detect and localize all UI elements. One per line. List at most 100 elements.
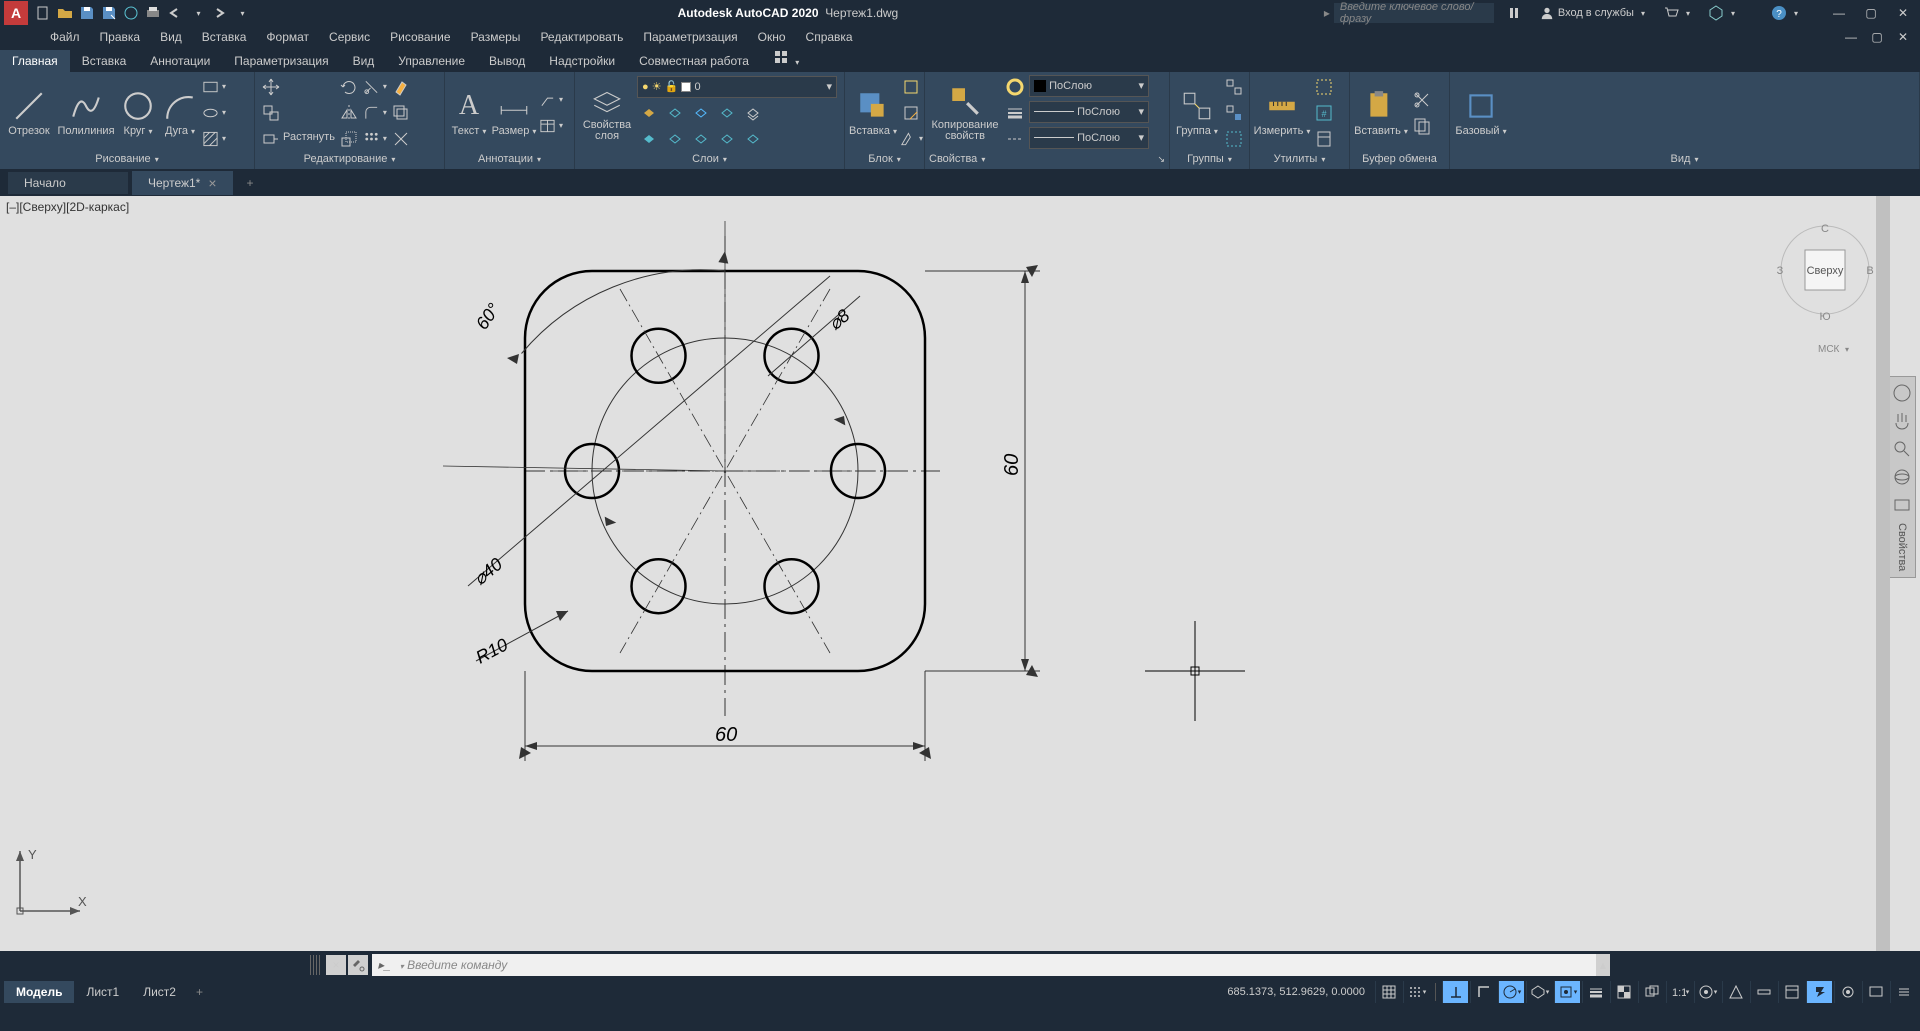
viewport-label[interactable]: [–][Сверху][2D-каркас] bbox=[6, 200, 129, 214]
qat-undo-icon[interactable] bbox=[164, 2, 186, 24]
close-button[interactable]: ✕ bbox=[1890, 3, 1916, 23]
base-view-button[interactable]: Базовый bbox=[1454, 85, 1508, 141]
line-button[interactable]: Отрезок bbox=[4, 85, 54, 141]
match-properties-button[interactable]: Копирование свойств bbox=[929, 80, 1001, 146]
cmd-drag-handle[interactable] bbox=[310, 955, 322, 975]
model-tab[interactable]: Модель bbox=[4, 981, 74, 1003]
isolate-objects-button[interactable] bbox=[1834, 981, 1860, 1003]
add-layout-button[interactable]: + bbox=[188, 981, 211, 1003]
ribbon-tab-output[interactable]: Вывод bbox=[477, 50, 537, 72]
ribbon-tab-insert[interactable]: Вставка bbox=[70, 50, 139, 72]
layer-freeze-button[interactable] bbox=[689, 100, 713, 124]
layer-prev-button[interactable] bbox=[663, 126, 687, 150]
layer-states-button[interactable] bbox=[741, 126, 765, 150]
layer-make-button[interactable] bbox=[741, 100, 765, 124]
qat-open-icon[interactable] bbox=[54, 2, 76, 24]
close-tab-icon[interactable]: × bbox=[208, 175, 216, 191]
qat-web-icon[interactable] bbox=[120, 2, 142, 24]
text-button[interactable]: A Текст bbox=[449, 85, 489, 141]
scale-button[interactable] bbox=[337, 127, 361, 151]
layer-dropdown[interactable]: ● ☀ 🔓 0 ▾ bbox=[637, 76, 837, 98]
layer-properties-button[interactable]: Свойства слоя bbox=[579, 80, 635, 146]
ortho-toggle[interactable] bbox=[1470, 981, 1496, 1003]
block-edit-button[interactable] bbox=[899, 101, 923, 125]
group-edit-button[interactable] bbox=[1222, 101, 1246, 125]
lineweight-dropdown[interactable]: ПоСлою▾ bbox=[1029, 101, 1149, 123]
viewcube[interactable]: Сверху С Ю В З МСК ▾ bbox=[1770, 210, 1880, 363]
qat-redo-icon[interactable] bbox=[208, 2, 230, 24]
infocenter-icon[interactable] bbox=[1500, 5, 1528, 21]
annotation-monitor-toggle[interactable] bbox=[1722, 981, 1748, 1003]
menu-edit[interactable]: Правка bbox=[90, 28, 151, 46]
units-button[interactable] bbox=[1750, 981, 1776, 1003]
ribbon-tab-annotate[interactable]: Аннотации bbox=[138, 50, 222, 72]
menu-file[interactable]: Файл bbox=[40, 28, 90, 46]
menu-insert[interactable]: Вставка bbox=[192, 28, 257, 46]
cmd-close-button[interactable]: × bbox=[326, 955, 346, 975]
linetype-dropdown[interactable]: ПоСлою▾ bbox=[1029, 127, 1149, 149]
rectangle-button[interactable] bbox=[202, 75, 226, 99]
properties-palette-label[interactable]: Свойства bbox=[1896, 523, 1908, 571]
color-wheel-icon[interactable] bbox=[1003, 75, 1027, 99]
layer-unlock-button[interactable] bbox=[715, 126, 739, 150]
nav-wheel-icon[interactable] bbox=[1892, 383, 1912, 403]
app-icon[interactable] bbox=[1702, 5, 1741, 21]
arc-button[interactable]: Дуга bbox=[160, 85, 200, 141]
dimension-button[interactable]: Размер bbox=[491, 85, 537, 141]
qat-saveas-icon[interactable] bbox=[98, 2, 120, 24]
insert-block-button[interactable]: Вставка bbox=[849, 85, 897, 141]
hatch-button[interactable] bbox=[202, 127, 226, 151]
block-create-button[interactable] bbox=[899, 75, 923, 99]
rotate-button[interactable] bbox=[337, 75, 361, 99]
qat-new-icon[interactable] bbox=[32, 2, 54, 24]
orbit-icon[interactable] bbox=[1892, 467, 1912, 487]
lineweight-toggle[interactable] bbox=[1582, 981, 1608, 1003]
add-tab-button[interactable]: + bbox=[237, 172, 264, 194]
doc-restore-button[interactable]: ▢ bbox=[1864, 27, 1890, 47]
layer-lock-button[interactable] bbox=[715, 100, 739, 124]
ribbon-tab-home[interactable]: Главная bbox=[0, 50, 70, 72]
ucs-icon[interactable]: Y X bbox=[10, 841, 90, 921]
maximize-button[interactable]: ▢ bbox=[1858, 3, 1884, 23]
ribbon-tab-manage[interactable]: Управление bbox=[386, 50, 477, 72]
stretch-button[interactable] bbox=[259, 127, 283, 151]
qat-redo-dropdown[interactable] bbox=[230, 2, 252, 24]
grid-toggle[interactable] bbox=[1375, 981, 1401, 1003]
layer-thaw-button[interactable] bbox=[689, 126, 713, 150]
search-input[interactable]: Введите ключевое слово/фразу bbox=[1334, 3, 1494, 23]
linetype-icon[interactable] bbox=[1003, 127, 1027, 151]
doc-minimize-button[interactable]: — bbox=[1838, 27, 1864, 47]
ellipse-button[interactable] bbox=[202, 101, 226, 125]
hardware-accel-toggle[interactable] bbox=[1806, 981, 1832, 1003]
ungroup-button[interactable] bbox=[1222, 75, 1246, 99]
menu-tools[interactable]: Сервис bbox=[319, 28, 380, 46]
circle-button[interactable]: Круг bbox=[118, 85, 158, 141]
table-button[interactable] bbox=[539, 114, 563, 138]
annotation-scale-button[interactable]: 1:1▾ bbox=[1666, 981, 1692, 1003]
selection-cycling-toggle[interactable] bbox=[1638, 981, 1664, 1003]
command-input[interactable]: ▸_ Введите команду bbox=[372, 954, 1596, 976]
quick-properties-toggle[interactable] bbox=[1778, 981, 1804, 1003]
menu-parametric[interactable]: Параметризация bbox=[633, 28, 747, 46]
cmd-customize-button[interactable] bbox=[348, 955, 368, 975]
calculator-button[interactable] bbox=[1312, 127, 1336, 151]
customize-status-button[interactable] bbox=[1890, 981, 1916, 1003]
vertical-scrollbar[interactable] bbox=[1876, 196, 1890, 951]
polyline-button[interactable]: Полилиния bbox=[56, 85, 116, 141]
erase-button[interactable] bbox=[389, 75, 413, 99]
group-button[interactable]: Группа bbox=[1174, 85, 1220, 141]
navigation-bar[interactable]: Свойства bbox=[1888, 376, 1916, 578]
showmotion-icon[interactable] bbox=[1892, 495, 1912, 515]
layout1-tab[interactable]: Лист1 bbox=[74, 981, 131, 1003]
layer-iso-button[interactable] bbox=[663, 100, 687, 124]
mirror-button[interactable] bbox=[337, 101, 361, 125]
count-button[interactable]: # bbox=[1312, 101, 1336, 125]
snap-toggle[interactable]: ▾ bbox=[1403, 981, 1429, 1003]
ribbon-tab-featured[interactable] bbox=[761, 45, 811, 72]
menu-modify[interactable]: Редактировать bbox=[530, 28, 633, 46]
minimize-button[interactable]: — bbox=[1826, 3, 1852, 23]
move-button[interactable] bbox=[259, 75, 283, 99]
layout2-tab[interactable]: Лист2 bbox=[131, 981, 188, 1003]
ribbon-tab-view[interactable]: Вид bbox=[341, 50, 387, 72]
menu-window[interactable]: Окно bbox=[748, 28, 796, 46]
